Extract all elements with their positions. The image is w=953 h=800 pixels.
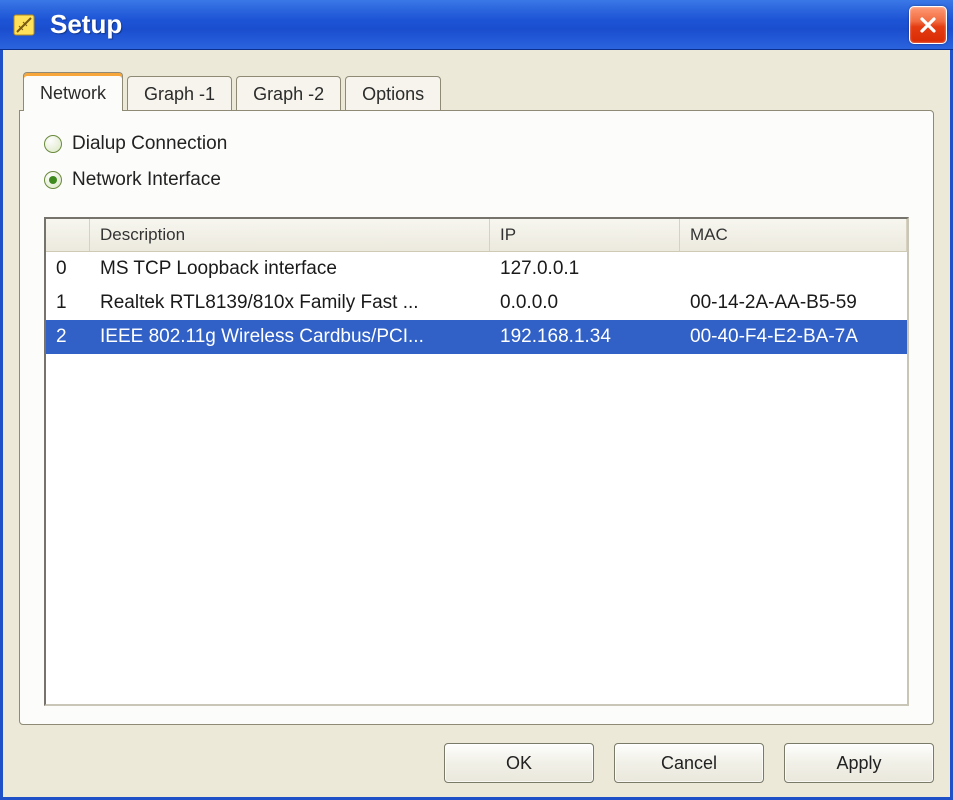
cell-description: Realtek RTL8139/810x Family Fast ... <box>90 288 490 318</box>
network-interfaces-list[interactable]: Description IP MAC 0 MS TCP Loopback int… <box>44 217 909 706</box>
client-area: Network Graph -1 Graph -2 Options Dialup… <box>0 50 953 800</box>
tab-network[interactable]: Network <box>23 72 123 110</box>
close-icon <box>918 15 938 35</box>
list-item[interactable]: 0 MS TCP Loopback interface 127.0.0.1 <box>46 252 907 286</box>
list-header: Description IP MAC <box>46 219 907 252</box>
button-label: Cancel <box>661 753 717 774</box>
list-header-mac[interactable]: MAC <box>680 219 907 251</box>
titlebar: Setup <box>0 0 953 50</box>
tab-label: Options <box>362 84 424 104</box>
radio-selected-dot-icon <box>49 176 57 184</box>
list-item[interactable]: 1 Realtek RTL8139/810x Family Fast ... 0… <box>46 286 907 320</box>
cell-index: 0 <box>46 254 90 284</box>
apply-button[interactable]: Apply <box>784 743 934 783</box>
cell-index: 2 <box>46 322 90 352</box>
cell-description: IEEE 802.11g Wireless Cardbus/PCI... <box>90 322 490 352</box>
tabstrip: Network Graph -1 Graph -2 Options <box>23 68 934 110</box>
cancel-button[interactable]: Cancel <box>614 743 764 783</box>
cell-index: 1 <box>46 288 90 318</box>
radio-network-interface[interactable]: Network Interface <box>44 169 909 191</box>
list-header-ip[interactable]: IP <box>490 219 680 251</box>
ok-button[interactable]: OK <box>444 743 594 783</box>
button-label: OK <box>506 753 532 774</box>
dialog-button-row: OK Cancel Apply <box>19 725 934 783</box>
tab-panel-network: Dialup Connection Network Interface Desc… <box>19 110 934 725</box>
radio-label: Network Interface <box>72 169 221 191</box>
app-icon <box>10 11 38 39</box>
tab-graph-1[interactable]: Graph -1 <box>127 76 232 111</box>
cell-ip: 127.0.0.1 <box>490 254 680 284</box>
radio-dialup[interactable]: Dialup Connection <box>44 133 909 155</box>
window-title: Setup <box>50 9 909 40</box>
cell-mac: 00-14-2A-AA-B5-59 <box>680 288 907 318</box>
list-header-index[interactable] <box>46 219 90 251</box>
close-button[interactable] <box>909 6 947 44</box>
list-body: 0 MS TCP Loopback interface 127.0.0.1 1 … <box>46 252 907 704</box>
radio-icon <box>44 171 62 189</box>
cell-ip: 0.0.0.0 <box>490 288 680 318</box>
cell-ip: 192.168.1.34 <box>490 322 680 352</box>
radio-icon <box>44 135 62 153</box>
list-header-description[interactable]: Description <box>90 219 490 251</box>
tab-graph-2[interactable]: Graph -2 <box>236 76 341 111</box>
cell-mac: 00-40-F4-E2-BA-7A <box>680 322 907 352</box>
tab-label: Graph -1 <box>144 84 215 104</box>
tab-options[interactable]: Options <box>345 76 441 111</box>
cell-mac <box>680 265 907 273</box>
radio-label: Dialup Connection <box>72 133 227 155</box>
button-label: Apply <box>836 753 881 774</box>
tab-label: Graph -2 <box>253 84 324 104</box>
cell-description: MS TCP Loopback interface <box>90 254 490 284</box>
list-item[interactable]: 2 IEEE 802.11g Wireless Cardbus/PCI... 1… <box>46 320 907 354</box>
tab-label: Network <box>40 83 106 103</box>
